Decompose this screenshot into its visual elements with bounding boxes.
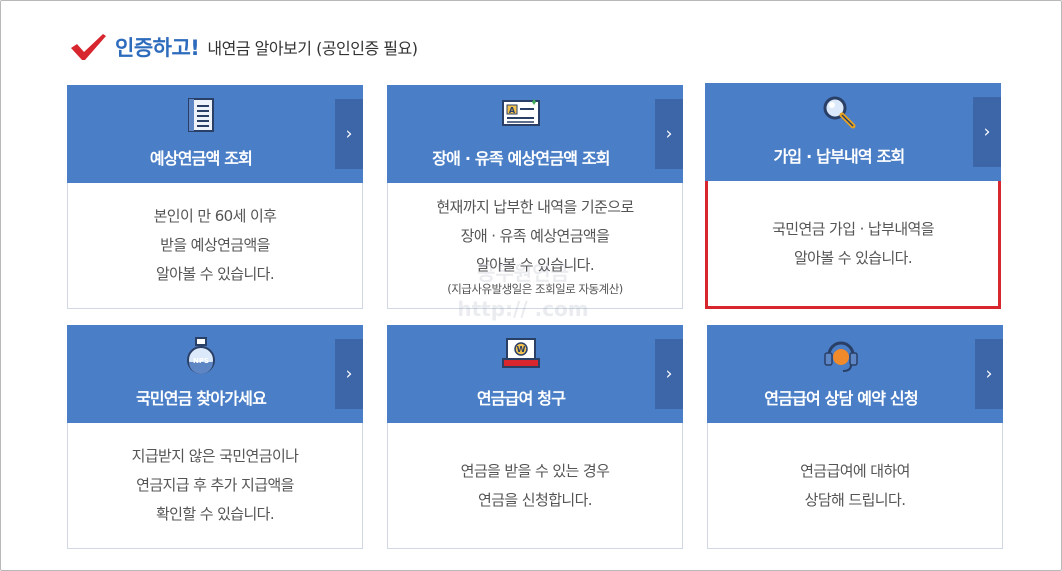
card-header[interactable]: 예상연금액 조회 › <box>67 85 363 183</box>
content-frame: 인증하고! 내연금 알아보기 (공인인증 필요) 예상연금액 조회 › 본인이 … <box>0 0 1062 571</box>
card-label: 연금급여 청구 <box>476 389 566 408</box>
desc-line: 상담해 드립니다. <box>804 490 906 509</box>
card-description: 국민연금 가입 · 납부내역을 알아볼 수 있습니다. <box>708 181 998 306</box>
chevron-right-icon[interactable]: › <box>973 97 1001 167</box>
headset-icon <box>824 341 858 372</box>
card-header[interactable]: NPS 국민연금 찾아가세요 › <box>67 325 363 423</box>
id-card-icon: A <box>502 99 540 126</box>
desc-line: 확인할 수 있습니다. <box>155 505 275 523</box>
desc-line: 연금을 받을 수 있는 경우 <box>460 461 610 480</box>
card-find-pension[interactable]: NPS 국민연금 찾아가세요 › 지급받지 않은 국민연금이나 연금지급 후 추… <box>67 325 363 549</box>
desc-line: 연금을 신청합니다. <box>478 490 593 509</box>
card-label: 국민연금 찾아가세요 <box>135 389 267 408</box>
desc-line: 알아볼 수 있습니다. <box>475 256 595 274</box>
desc-line: 연금급여에 대하여 <box>800 461 910 480</box>
card-description: 지급받지 않은 국민연금이나 연금지급 후 추가 지급액을 확인할 수 있습니다… <box>68 423 362 548</box>
desc-line: 국민연금 가입 · 납부내역을 <box>772 219 934 238</box>
card-disability-survivor-pension[interactable]: A 장애 · 유족 예상연금액 조회 › 현재까지 납부한 내역을 기준으로 장… <box>387 85 683 309</box>
card-label: 예상연금액 조회 <box>149 149 253 168</box>
card-header[interactable]: 연금급여 상담 예약 신청 › <box>707 325 1003 423</box>
card-expected-pension[interactable]: 예상연금액 조회 › 본인이 만 60세 이후 받을 예상연금액을 알아볼 수 … <box>67 85 363 309</box>
card-description: 현재까지 납부한 내역을 기준으로 장애 · 유족 예상연금액을 알아볼 수 있… <box>388 183 682 308</box>
svg-text:A: A <box>509 106 516 115</box>
desc-line: 본인이 만 60세 이후 <box>153 207 277 225</box>
checkmark-icon <box>71 34 106 60</box>
chevron-right-icon[interactable]: › <box>335 99 363 169</box>
desc-line: 받을 예상연금액을 <box>160 236 270 254</box>
document-list-icon <box>188 98 214 132</box>
section-heading: 인증하고! 내연금 알아보기 (공인인증 필요) <box>69 29 418 65</box>
card-pension-claim[interactable]: W 연금급여 청구 › 연금을 받을 수 있는 경우 연금을 신청합니다. <box>387 325 683 549</box>
card-label: 가입 · 납부내역 조회 <box>773 147 906 166</box>
card-enrollment-payment-history[interactable]: 가입 · 납부내역 조회 › 국민연금 가입 · 납부내역을 알아볼 수 있습니… <box>705 83 1001 309</box>
card-label: 장애 · 유족 예상연금액 조회 <box>432 149 610 168</box>
card-description: 연금을 받을 수 있는 경우 연금을 신청합니다. <box>388 423 682 548</box>
heading-title: 인증하고! <box>115 36 200 60</box>
desc-line: 지급받지 않은 국민연금이나 <box>131 447 299 465</box>
magnifier-icon <box>823 96 856 129</box>
card-description: 연금급여에 대하여 상담해 드립니다. <box>708 423 1002 548</box>
desc-line: 연금지급 후 추가 지급액을 <box>136 476 294 494</box>
card-label: 연금급여 상담 예약 신청 <box>764 389 918 408</box>
card-header[interactable]: 가입 · 납부내역 조회 › <box>705 83 1001 181</box>
chevron-right-icon[interactable]: › <box>335 339 363 409</box>
card-consultation-reservation[interactable]: 연금급여 상담 예약 신청 › 연금급여에 대하여 상담해 드립니다. <box>707 325 1003 549</box>
chevron-right-icon[interactable]: › <box>655 339 683 409</box>
chevron-right-icon[interactable]: › <box>975 339 1003 409</box>
svg-text:W: W <box>517 345 526 354</box>
chevron-right-icon[interactable]: › <box>655 99 683 169</box>
card-header[interactable]: W 연금급여 청구 › <box>387 325 683 423</box>
desc-line: 장애 · 유족 예상연금액을 <box>460 227 610 245</box>
desc-line: 현재까지 납부한 내역을 기준으로 <box>436 198 634 216</box>
card-header[interactable]: A 장애 · 유족 예상연금액 조회 › <box>387 85 683 183</box>
desc-line: 알아볼 수 있습니다. <box>155 265 275 283</box>
won-document-icon: W <box>502 338 540 368</box>
nps-flask-icon: NPS <box>187 337 215 374</box>
desc-line: 알아볼 수 있습니다. <box>793 248 913 267</box>
card-description: 본인이 만 60세 이후 받을 예상연금액을 알아볼 수 있습니다. <box>68 183 362 308</box>
svg-text:NPS: NPS <box>193 357 209 365</box>
heading-subtitle: 내연금 알아보기 (공인인증 필요) <box>207 39 418 58</box>
desc-note: (지급사유발생일은 조회일로 자동계산) <box>447 282 623 296</box>
